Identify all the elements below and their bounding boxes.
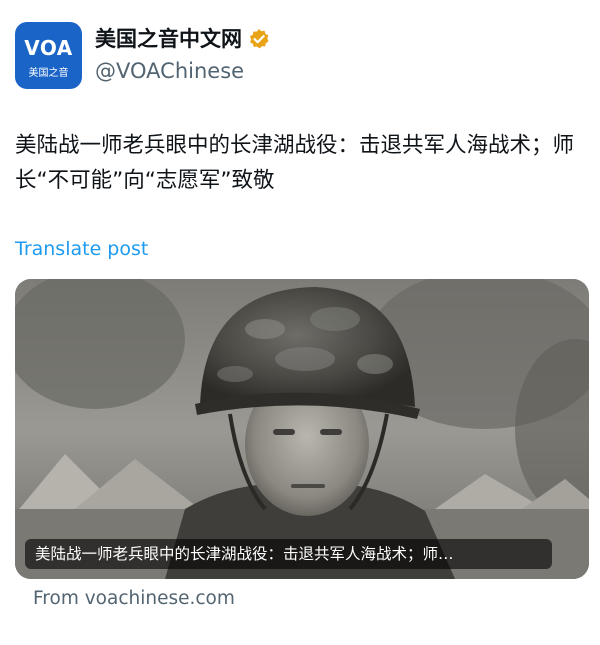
verified-badge-icon xyxy=(248,28,270,50)
account-names: 美国之音中文网 @VOAChinese xyxy=(95,26,270,84)
display-name[interactable]: 美国之音中文网 xyxy=(95,26,242,52)
avatar-logo-text: VOA xyxy=(24,36,73,60)
post-header: VOA 美国之音 美国之音中文网 @VOAChinese xyxy=(15,22,585,92)
post-text: 美陆战一师老兵眼中的长津湖战役：击退共军人海战术；师长“不可能”向“志愿军”致敬 xyxy=(15,133,575,193)
link-card[interactable]: 美陆战一师老兵眼中的长津湖战役：击退共军人海战术；师… xyxy=(15,279,589,579)
account-handle[interactable]: @VOAChinese xyxy=(95,58,270,84)
card-caption: 美陆战一师老兵眼中的长津湖战役：击退共军人海战术；师… xyxy=(25,539,552,569)
avatar[interactable]: VOA 美国之音 xyxy=(15,22,82,89)
avatar-logo-subtext: 美国之音 xyxy=(28,68,69,79)
article-photo xyxy=(15,279,589,579)
display-name-row[interactable]: 美国之音中文网 xyxy=(95,26,270,52)
card-source[interactable]: From voachinese.com xyxy=(33,588,235,609)
translate-post-link[interactable]: Translate post xyxy=(15,238,148,260)
